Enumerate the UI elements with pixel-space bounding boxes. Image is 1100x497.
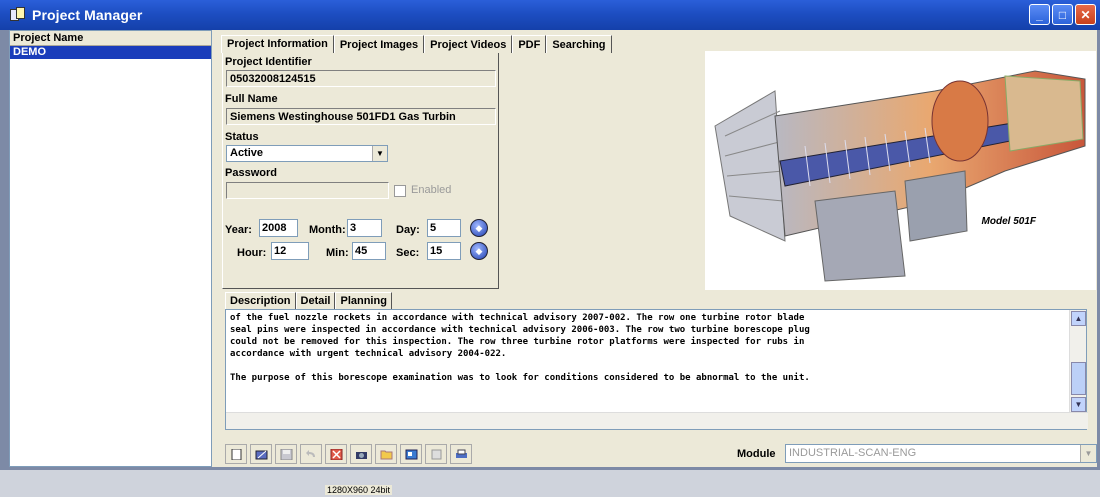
tab-project-information[interactable]: Project Information [221,35,334,53]
identifier-label: Project Identifier [225,56,312,68]
save-button[interactable] [275,444,297,464]
project-info-panel: Project Identifier 05032008124515 Full N… [222,53,499,289]
status-select[interactable]: Active ▼ [226,145,388,162]
scroll-down-icon[interactable]: ▼ [1071,397,1086,412]
title-bar: Project Manager _ □ ✕ [0,0,1100,30]
delete-button[interactable] [325,444,347,464]
new-icon [231,448,241,460]
status-label: Status [225,131,259,143]
password-label: Password [225,167,277,179]
minimize-button[interactable]: _ [1029,4,1050,25]
year-label: Year: [225,224,252,236]
client-area: Project Name DEMO Project Information Pr… [9,30,1097,467]
edit-icon [255,450,267,459]
chevron-down-icon[interactable]: ▼ [372,146,387,161]
resolution-status: 1280X960 24bit [325,485,393,495]
time-spin-icon[interactable]: ◆ [470,242,488,260]
folder-icon [380,450,392,459]
enabled-checkbox[interactable] [394,185,406,197]
year-input[interactable]: 2008 [259,219,298,237]
status-bar: 1280X960 24bit [0,470,1100,497]
image-caption: Model 501F [981,216,1036,227]
module-label: Module [737,448,776,460]
undo-button[interactable] [300,444,322,464]
camera-icon [355,451,367,459]
scroll-thumb[interactable] [1071,362,1086,395]
open-folder-button[interactable] [375,444,397,464]
camera-button[interactable] [350,444,372,464]
identifier-field[interactable]: 05032008124515 [226,70,496,87]
export-icon [405,449,417,459]
day-label: Day: [396,224,420,236]
project-list-header[interactable]: Project Name [10,31,211,46]
module-value: INDUSTRIAL-SCAN-ENG [789,447,917,459]
tab-searching[interactable]: Searching [546,35,612,53]
min-input[interactable]: 45 [352,242,386,260]
import-button[interactable] [425,444,447,464]
maximize-button[interactable]: □ [1052,4,1073,25]
min-label: Min: [326,247,349,259]
tab-planning[interactable]: Planning [335,292,392,309]
status-value: Active [230,147,264,159]
tab-pdf[interactable]: PDF [512,35,547,53]
horizontal-scrollbar[interactable] [226,412,1088,429]
password-field[interactable] [226,182,389,199]
window-title: Project Manager [32,7,143,23]
project-image: Model 501F [705,51,1096,290]
gas-turbine-illustration [714,70,1086,282]
month-label: Month: [309,224,346,236]
delete-icon [330,448,342,460]
day-input[interactable]: 5 [427,219,461,237]
project-list-item-demo[interactable]: DEMO [10,46,211,59]
bottom-toolbar [225,444,472,464]
main-tabs: Project Information Project Images Proje… [221,35,612,53]
date-spin-icon[interactable]: ◆ [470,219,488,237]
sec-label: Sec: [396,247,420,259]
import-icon [431,449,441,459]
undo-icon [305,449,315,457]
print-button[interactable] [450,444,472,464]
app-icon [10,7,26,23]
close-button[interactable]: ✕ [1075,4,1096,25]
export-button[interactable] [400,444,422,464]
description-text: of the fuel nozzle rockets in accordance… [230,313,810,383]
tab-description[interactable]: Description [225,292,296,309]
tab-detail[interactable]: Detail [295,292,336,309]
scroll-up-icon[interactable]: ▲ [1071,311,1086,326]
chevron-down-icon[interactable]: ▼ [1080,445,1096,462]
project-list[interactable]: Project Name DEMO [9,30,212,467]
hour-label: Hour: [237,247,267,259]
save-icon [280,448,292,460]
new-button[interactable] [225,444,247,464]
tab-project-images[interactable]: Project Images [333,35,425,53]
edit-button[interactable] [250,444,272,464]
vertical-scrollbar[interactable]: ▲ ▼ [1069,310,1086,414]
tab-project-videos[interactable]: Project Videos [424,35,513,53]
enabled-label: Enabled [411,184,452,196]
module-select[interactable]: INDUSTRIAL-SCAN-ENG ▼ [785,444,1097,463]
full-name-label: Full Name [225,93,278,105]
description-textarea[interactable]: of the fuel nozzle rockets in accordance… [225,309,1088,430]
month-input[interactable]: 3 [347,219,382,237]
full-name-field[interactable]: Siemens Westinghouse 501FD1 Gas Turbin [226,108,496,125]
print-icon [455,449,467,458]
description-tabs: Description Detail Planning [225,292,392,309]
sec-input[interactable]: 15 [427,242,461,260]
hour-input[interactable]: 12 [271,242,309,260]
